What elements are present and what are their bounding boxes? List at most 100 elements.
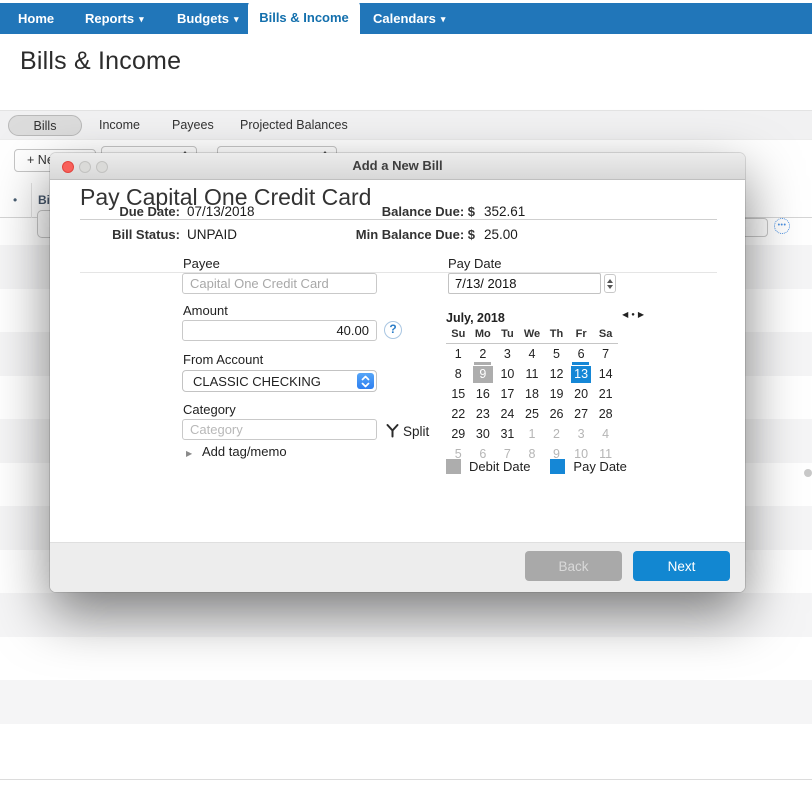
dialog-title-bar[interactable]: Add a New Bill <box>50 153 745 180</box>
calendar-day[interactable]: 4 <box>593 424 618 444</box>
calendar-day-number: 22 <box>448 406 468 423</box>
calendar-day[interactable]: 14 <box>593 364 618 384</box>
nav-item-home[interactable]: Home <box>18 3 54 34</box>
calendar-day[interactable]: 30 <box>471 424 496 444</box>
calendar-next-icon[interactable]: ▶ <box>638 310 644 319</box>
disclosure-triangle-icon[interactable]: ▶ <box>186 449 192 458</box>
minimize-window-icon[interactable] <box>79 161 91 173</box>
table-row <box>0 724 812 768</box>
due-date-value: 07/13/2018 <box>187 204 255 219</box>
calendar-day[interactable]: 2 <box>471 344 496 364</box>
calendar-today-icon[interactable]: ● <box>631 312 635 318</box>
from-account-select[interactable]: CLASSIC CHECKING <box>182 370 377 392</box>
calendar-day[interactable]: 4 <box>520 344 545 364</box>
calendar-day[interactable]: 18 <box>520 384 545 404</box>
split-icon[interactable] <box>385 423 400 443</box>
calendar-day[interactable]: 25 <box>520 404 545 424</box>
calendar-day[interactable]: 8 <box>446 364 471 384</box>
nav-item-budgets[interactable]: Budgets▾ <box>177 3 239 34</box>
tab-bills[interactable]: Bills <box>8 115 82 136</box>
min-balance-value: 25.00 <box>484 227 518 242</box>
table-row <box>0 593 812 637</box>
calendar-day[interactable]: 28 <box>593 404 618 424</box>
calendar-day[interactable]: 7 <box>593 344 618 364</box>
legend-label: Pay Date <box>573 459 626 474</box>
calendar-day-header: We <box>520 328 545 340</box>
calendar-day[interactable]: 21 <box>593 384 618 404</box>
calendar-day[interactable]: 20 <box>569 384 594 404</box>
calendar-day[interactable]: 13 <box>569 364 594 384</box>
debit-swatch <box>446 459 461 474</box>
calendar-day[interactable]: 5 <box>544 344 569 364</box>
calendar-legend: Debit DatePay Date <box>446 459 639 474</box>
tab-payees[interactable]: Payees <box>172 111 214 140</box>
calendar-day[interactable]: 2 <box>544 424 569 444</box>
more-options-icon[interactable]: ••• <box>774 218 790 234</box>
calendar-day-number: 27 <box>571 406 591 423</box>
nav-tab-bills-income[interactable]: Bills & Income <box>248 0 360 34</box>
split-button[interactable]: Split <box>403 424 429 439</box>
calendar-day-number: 16 <box>473 386 493 403</box>
balance-due-label: Balance Due: $ <box>300 204 475 219</box>
calendar-day[interactable]: 19 <box>544 384 569 404</box>
calendar-day-number: 13 <box>571 366 591 383</box>
calendar-day[interactable]: 22 <box>446 404 471 424</box>
nav-item-reports[interactable]: Reports▾ <box>85 3 144 34</box>
table-row <box>0 637 812 681</box>
calendar-week-row: 15161718192021 <box>446 384 618 404</box>
calendar-day[interactable]: 1 <box>446 344 471 364</box>
page-title: Bills & Income <box>20 47 181 76</box>
balance-due-value: 352.61 <box>484 204 525 219</box>
zoom-window-icon[interactable] <box>96 161 108 173</box>
calendar-week-row: 2930311234 <box>446 424 618 444</box>
tab-income[interactable]: Income <box>99 111 140 140</box>
calendar-day[interactable]: 3 <box>569 424 594 444</box>
tab-projected-balances[interactable]: Projected Balances <box>240 111 348 140</box>
category-input[interactable] <box>182 419 377 440</box>
calendar-day-number: 26 <box>547 406 567 423</box>
calendar-day[interactable]: 31 <box>495 424 520 444</box>
calendar-day[interactable]: 24 <box>495 404 520 424</box>
calendar-day-number: 24 <box>497 406 517 423</box>
calendar-week-row: 22232425262728 <box>446 404 618 424</box>
divider <box>80 219 717 220</box>
calendar-day[interactable]: 15 <box>446 384 471 404</box>
pay-date-input[interactable] <box>448 273 601 294</box>
close-window-icon[interactable] <box>62 161 74 173</box>
category-label: Category <box>183 402 236 417</box>
calendar-day[interactable]: 9 <box>471 364 496 384</box>
calendar-day[interactable]: 17 <box>495 384 520 404</box>
calendar-day-number: 11 <box>522 366 542 383</box>
amount-input[interactable] <box>182 320 377 341</box>
calendar-day[interactable]: 29 <box>446 424 471 444</box>
calendar-day[interactable]: 26 <box>544 404 569 424</box>
calendar-prev-icon[interactable]: ◀ <box>622 310 628 319</box>
date-stepper[interactable] <box>604 274 616 293</box>
calendar-day-number: 5 <box>547 346 567 363</box>
calendar-day-number: 17 <box>497 386 517 403</box>
add-tag-memo-toggle[interactable]: Add tag/memo <box>202 444 287 459</box>
nav-item-calendars[interactable]: Calendars▾ <box>373 3 445 34</box>
calendar-day[interactable]: 1 <box>520 424 545 444</box>
add-new-bill-dialog: Add a New Bill Pay Capital One Credit Ca… <box>50 153 745 592</box>
calendar-day[interactable]: 6 <box>569 344 594 364</box>
calendar-day-number: 4 <box>522 346 542 363</box>
due-date-label: Due Date: <box>80 204 180 219</box>
payee-input[interactable] <box>182 273 377 294</box>
calendar-day[interactable]: 12 <box>544 364 569 384</box>
calendar-day[interactable]: 27 <box>569 404 594 424</box>
help-icon[interactable]: ? <box>384 321 402 339</box>
calendar-day[interactable]: 10 <box>495 364 520 384</box>
calendar-day[interactable]: 3 <box>495 344 520 364</box>
calendar-day[interactable]: 11 <box>520 364 545 384</box>
calendar-day[interactable]: 23 <box>471 404 496 424</box>
chevron-down-icon: ▾ <box>234 14 239 24</box>
calendar-week-row: 891011121314 <box>446 364 618 384</box>
scrollbar-dot[interactable] <box>804 469 812 477</box>
next-button[interactable]: Next <box>633 551 730 581</box>
calendar-day-number: 29 <box>448 426 468 443</box>
calendar: July, 2018 ◀ ● ▶ SuMoTuWeThFrSa 12345678… <box>446 309 618 464</box>
back-button[interactable]: Back <box>525 551 622 581</box>
calendar-day[interactable]: 16 <box>471 384 496 404</box>
calendar-day-header: Sa <box>593 328 618 340</box>
